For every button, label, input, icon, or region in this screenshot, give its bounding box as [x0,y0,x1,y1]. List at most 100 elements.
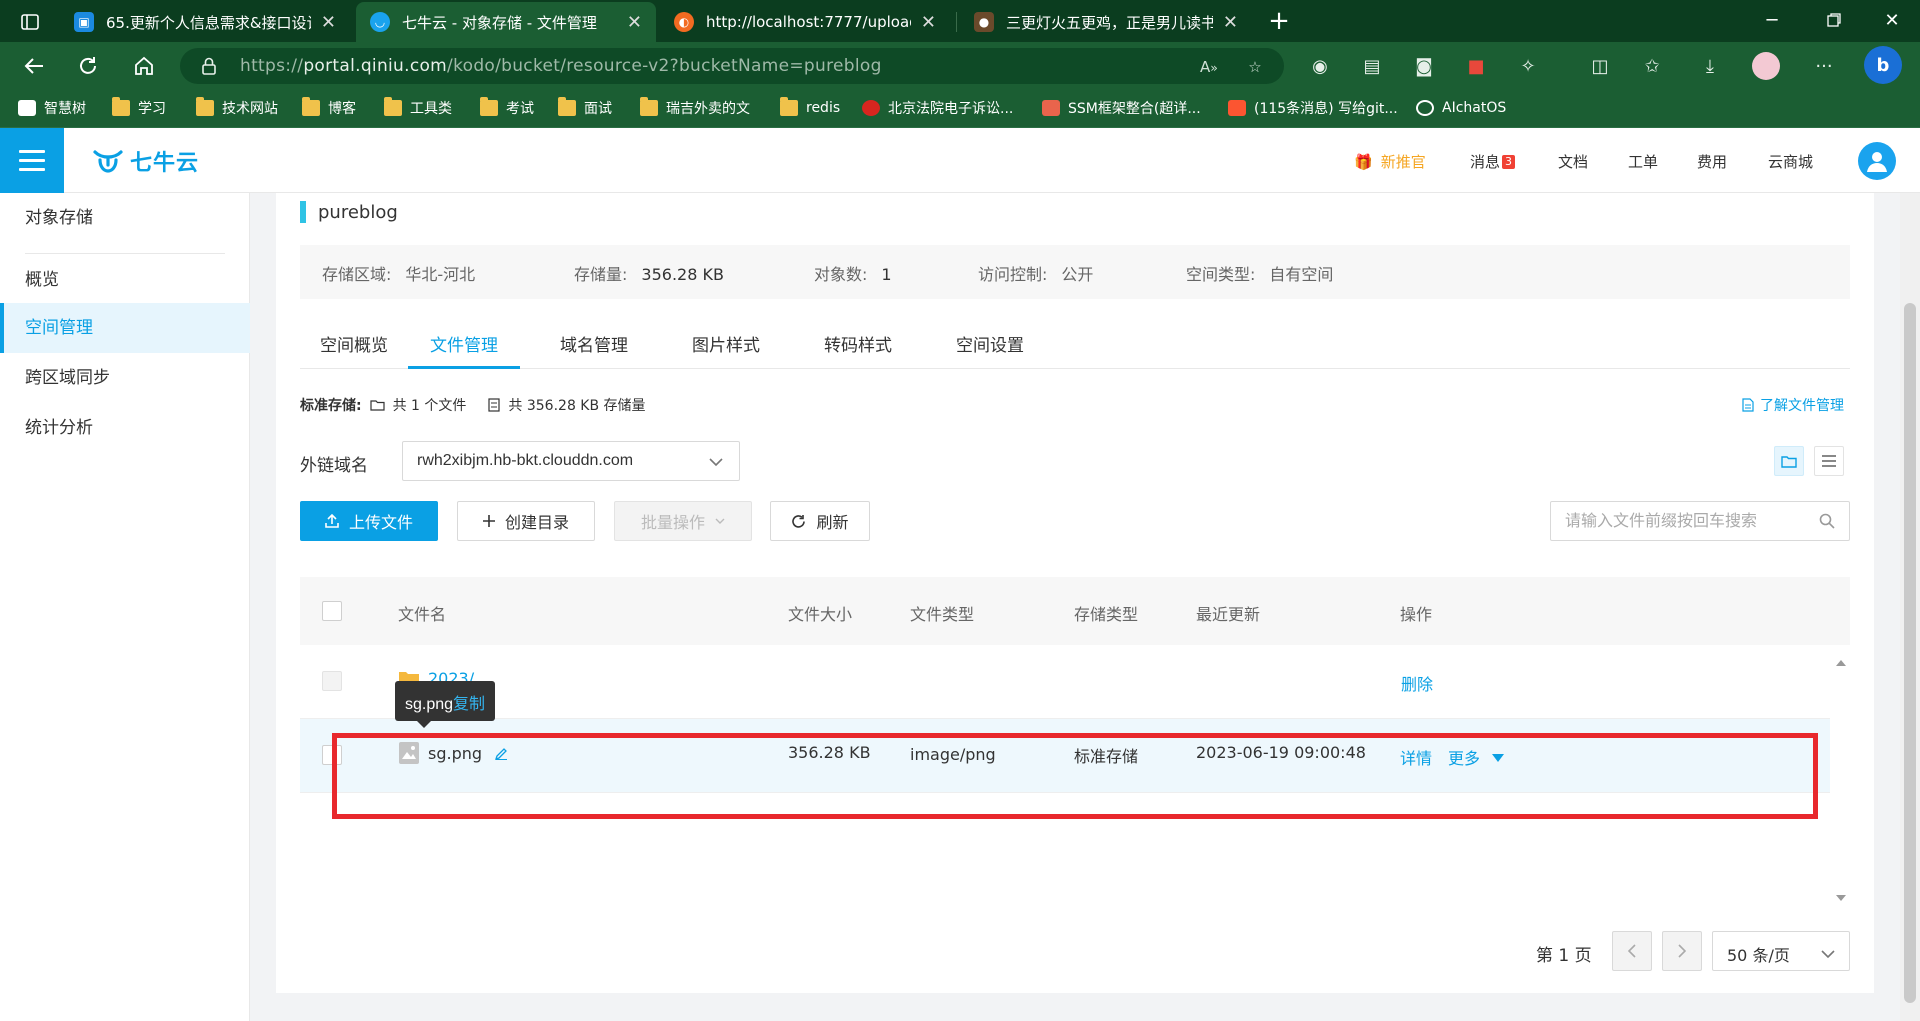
scroll-down-icon[interactable] [1836,886,1846,905]
more-menu-icon[interactable]: ··· [1810,52,1838,80]
search-icon[interactable] [1819,513,1835,533]
reload-icon[interactable] [72,50,104,82]
home-icon[interactable] [128,50,160,82]
bookmark-folder[interactable]: redis [780,97,840,119]
marketplace-link[interactable]: 云商城 [1768,151,1813,172]
bookmark-folder[interactable]: 技术网站 [196,97,278,119]
browser-tab-4[interactable]: ● 三更灯火五更鸡，正是男儿读书时 ✕ [960,2,1252,42]
next-page-button[interactable] [1662,931,1702,971]
browser-tab-2[interactable]: ◡ 七牛云 - 对象存储 - 文件管理 ✕ [356,2,656,42]
close-icon[interactable]: ✕ [1223,12,1238,33]
favorites-icon[interactable]: ✩ [1638,52,1666,80]
column-header-type[interactable]: 文件类型 [910,601,974,625]
browser-tab-3[interactable]: ◐ http://localhost:7777/upload - pu ✕ [660,2,950,42]
bookmark-label: redis [806,100,841,116]
jianshu-icon [1042,100,1060,116]
sidebar-section-title[interactable]: 对象存储 [0,193,250,243]
access-info: 访问控制: 公开 [978,261,1093,285]
bookmark-item[interactable]: SSM框架整合(超详... [1042,97,1201,119]
column-header-filename[interactable]: 文件名 [398,601,446,625]
extension-owl-icon[interactable]: ◉ [1306,52,1334,80]
bookmark-folder[interactable]: 考试 [480,97,534,119]
prev-page-button[interactable] [1612,931,1652,971]
download-icon[interactable]: ⤓ [1696,52,1724,80]
file-search-box[interactable] [1550,501,1850,541]
tab-bucket-settings[interactable]: 空间设置 [956,331,1024,369]
bookmark-item[interactable]: (115条消息) 写给git... [1228,97,1398,119]
tab-domain-management[interactable]: 域名管理 [560,331,628,369]
batch-operations-button[interactable]: 批量操作 [614,501,752,541]
bookmark-folder[interactable]: 学习 [112,97,166,119]
qiniu-logo[interactable]: 七牛云 [92,146,199,176]
scroll-up-icon[interactable] [1836,651,1846,670]
delete-link[interactable]: 删除 [1401,671,1433,695]
close-icon[interactable]: ✕ [627,12,642,33]
search-input[interactable] [1565,511,1805,530]
extension-cube-icon[interactable]: ■ [1462,52,1490,80]
close-icon[interactable]: ✕ [321,12,336,33]
learn-file-management-link[interactable]: 了解文件管理 [1742,395,1844,415]
messages-link[interactable]: 消息 3 [1470,151,1516,172]
browser-tab-1[interactable]: ▣ 65.更新个人信息需求&接口设计_ ✕ [60,2,350,42]
tab-overview[interactable]: 空间概览 [320,331,388,369]
tab-file-management[interactable]: 文件管理 [408,331,520,369]
bookmark-folder[interactable]: 面试 [558,97,612,119]
scrollbar-thumb[interactable] [1904,303,1916,1003]
column-header-size[interactable]: 文件大小 [788,601,852,625]
tab-image-styles[interactable]: 图片样式 [692,331,760,369]
split-screen-icon[interactable]: ◫ [1586,52,1614,80]
folder-view-icon [1781,455,1797,468]
billing-link[interactable]: 费用 [1697,151,1727,172]
minimize-icon[interactable]: ─ [1744,0,1800,40]
address-input[interactable]: https://portal.qiniu.com/kodo/bucket/res… [180,48,1284,84]
bucket-tabs: 空间概览 文件管理 域名管理 图片样式 转码样式 空间设置 [300,319,1850,369]
copy-link[interactable]: 复制 [453,696,485,713]
close-icon[interactable]: ✕ [921,12,936,33]
table-scrollbar[interactable] [1832,645,1850,907]
bookmark-label: 学习 [138,101,166,117]
sidebar-item-statistics[interactable]: 统计分析 [0,403,250,453]
docs-link[interactable]: 文档 [1558,151,1588,172]
bing-copilot-icon[interactable]: b [1864,46,1902,84]
extension-clipboard-icon[interactable]: ▤ [1358,52,1386,80]
row-checkbox[interactable] [322,671,342,691]
sidebar-item-overview[interactable]: 概览 [0,255,250,305]
user-avatar[interactable] [1858,142,1896,180]
page-size-select[interactable]: 50 条/页 [1712,931,1850,971]
list-view-toggle[interactable] [1814,446,1844,476]
column-header-storage-class[interactable]: 存储类型 [1074,601,1138,625]
menu-icon[interactable] [0,128,64,193]
bookmark-folder[interactable]: 工具类 [384,97,452,119]
refresh-button[interactable]: 刷新 [770,501,870,541]
sidebar-item-cross-region-sync[interactable]: 跨区域同步 [0,353,250,403]
column-header-updated[interactable]: 最近更新 [1196,601,1260,625]
extension-glasses-icon[interactable]: ◙ [1410,52,1438,80]
folder-view-toggle[interactable] [1774,446,1804,476]
tickets-link[interactable]: 工单 [1628,151,1658,172]
create-directory-button[interactable]: 创建目录 [457,501,595,541]
extensions-icon[interactable]: ✧ [1514,52,1542,80]
bookmark-item[interactable]: AIchatOS [1416,97,1506,119]
postman-icon: ◐ [674,12,694,32]
profile-avatar-icon[interactable] [1752,52,1780,80]
read-aloud-icon[interactable]: A» [1198,56,1220,78]
select-all-checkbox[interactable] [322,601,342,621]
sidebar-item-bucket-management[interactable]: 空间管理 [0,303,250,353]
bookmark-item[interactable]: 北京法院电子诉讼... [862,97,1013,119]
app-icon [18,100,36,116]
bookmark-folder[interactable]: 博客 [302,97,356,119]
tab-actions-icon[interactable] [12,8,48,36]
add-favorite-icon[interactable]: ☆ [1244,56,1266,78]
bookmark-item[interactable]: 智慧树 [18,97,86,119]
back-icon[interactable] [18,50,50,82]
close-window-icon[interactable]: ✕ [1864,0,1920,40]
restore-icon[interactable] [1806,0,1862,40]
new-tab-button[interactable]: + [1264,6,1294,36]
tab-divider [956,12,957,32]
upload-file-button[interactable]: 上传文件 [300,501,438,541]
bookmark-folder[interactable]: 瑞吉外卖的文 [640,97,750,119]
domain-select[interactable]: rwh2xibjm.hb-bkt.clouddn.com [402,441,740,481]
new-recommend-link[interactable]: 🎁 新推官 [1354,151,1426,172]
tab-transcode-styles[interactable]: 转码样式 [824,331,892,369]
page-scrollbar[interactable] [1900,193,1920,1021]
